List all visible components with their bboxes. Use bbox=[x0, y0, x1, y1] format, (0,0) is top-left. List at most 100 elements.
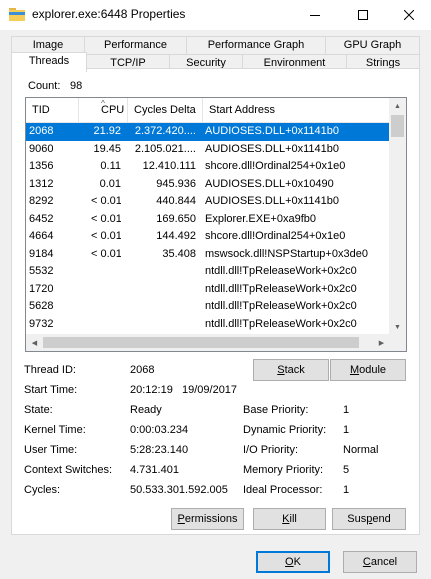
suspend-button-rest: end bbox=[372, 513, 391, 525]
module-button-mnemonic: M bbox=[349, 364, 360, 376]
scroll-left-icon[interactable]: ◀ bbox=[26, 334, 43, 351]
kill-button[interactable]: Kill bbox=[253, 508, 326, 530]
column-tid-label: TID bbox=[32, 104, 50, 116]
thread-cpu-cell: < 0.01 bbox=[91, 212, 121, 225]
column-header-tid[interactable]: TID bbox=[26, 98, 79, 123]
thread-list-body: 2068 21.92 2.372.420.... AUDIOSES.DLL+0x114… bbox=[26, 123, 390, 336]
thread-cpu-cell: < 0.01 bbox=[91, 230, 121, 242]
suspend-button-pre: Sus bbox=[347, 513, 367, 525]
state-label: State: bbox=[24, 404, 53, 416]
scroll-right-icon[interactable]: ▶ bbox=[373, 334, 390, 351]
stack-button[interactable]: Stack bbox=[253, 359, 329, 381]
io-priority-value: Normal bbox=[343, 444, 379, 456]
thread-address-cell: AUDIOSES.DLL+0x10490 bbox=[205, 177, 334, 190]
thread-address-cell: shcore.dll!Ordinal254+0x1e0 bbox=[205, 230, 346, 242]
thread-list[interactable]: TID ^ CPU Cycles Delta Start Address 206… bbox=[25, 97, 407, 352]
memory-priority-value: 5 bbox=[343, 464, 350, 476]
thread-tid-cell: 9184 bbox=[29, 247, 54, 260]
thread-tid-cell: 4664 bbox=[29, 230, 54, 242]
explorer-folder-icon bbox=[9, 8, 25, 21]
table-row[interactable]: 5532 ntdll.dll!TpReleaseWork+0x2c0 bbox=[26, 263, 390, 281]
suspend-button[interactable]: Suspend bbox=[332, 508, 406, 530]
tab-performance-graph[interactable]: Performance Graph bbox=[186, 36, 326, 54]
count-label: Count: bbox=[28, 80, 61, 92]
thread-cpu-cell: < 0.01 bbox=[91, 195, 121, 207]
minimize-button[interactable] bbox=[292, 0, 338, 30]
thread-tid-cell: 5532 bbox=[29, 265, 54, 277]
thread-address-cell: ntdll.dll!TpReleaseWork+0x2c0 bbox=[205, 265, 357, 277]
thread-tid-cell: 1356 bbox=[29, 160, 54, 172]
vertical-scroll-thumb[interactable] bbox=[391, 115, 404, 137]
column-address-label: Start Address bbox=[209, 104, 276, 116]
tab-threads[interactable]: Threads bbox=[11, 52, 87, 72]
table-row[interactable]: 2068 21.92 2.372.420.... AUDIOSES.DLL+0x114… bbox=[26, 123, 390, 141]
stack-button-rest: tack bbox=[284, 364, 305, 376]
thread-cpu-cell: 0.11 bbox=[100, 160, 121, 172]
table-row[interactable]: 9184 < 0.01 35.408 mswsock.dll!NSPStartup+0… bbox=[26, 246, 390, 264]
column-cycles-label: Cycles Delta bbox=[134, 104, 196, 116]
user-time-label: User Time: bbox=[24, 444, 78, 456]
column-header-cycles-delta[interactable]: Cycles Delta bbox=[128, 98, 203, 123]
thread-cycles-cell: 2.105.021.... bbox=[134, 142, 196, 155]
title-bar: explorer.exe:6448 Properties bbox=[0, 0, 431, 30]
thread-address-cell: Explorer.EXE+0xa9fb0 bbox=[205, 212, 316, 225]
stack-button-mnemonic: S bbox=[277, 364, 285, 376]
state-value: Ready bbox=[130, 404, 162, 416]
table-row[interactable]: 5628 ntdll.dll!TpReleaseWork+0x2c0 bbox=[26, 298, 390, 316]
thread-cycles-cell: 945.936 bbox=[156, 177, 196, 190]
kernel-time-label: Kernel Time: bbox=[24, 424, 86, 436]
cancel-button[interactable]: Cancel bbox=[343, 551, 417, 573]
context-switches-value: 4.731.401 bbox=[130, 464, 179, 476]
ok-button-rest: K bbox=[293, 556, 301, 568]
start-time-value: 20:12:19 19/09/2017 bbox=[130, 384, 238, 396]
vertical-scrollbar[interactable]: ▲ ▼ bbox=[389, 98, 406, 336]
table-row[interactable]: 6452 < 0.01 169.650 Explorer.EXE+0xa9fb0 bbox=[26, 211, 390, 229]
thread-cpu-cell: 0.01 bbox=[99, 177, 121, 190]
maximize-icon bbox=[358, 10, 368, 20]
window-title: explorer.exe:6448 Properties bbox=[32, 7, 186, 21]
cancel-button-rest: ancel bbox=[370, 556, 398, 568]
table-row[interactable]: 1720 ntdll.dll!TpReleaseWork+0x2c0 bbox=[26, 281, 390, 299]
close-icon bbox=[404, 10, 414, 20]
thread-address-cell: ntdll.dll!TpReleaseWork+0x2c0 bbox=[205, 300, 357, 312]
table-row[interactable]: 1356 0.11 12.410.111 shcore.dll!Ordinal254+… bbox=[26, 158, 390, 176]
tab-gpu-graph[interactable]: GPU Graph bbox=[325, 36, 420, 54]
table-row[interactable]: 9060 19.45 2.105.021.... AUDIOSES.DLL+0x114… bbox=[26, 141, 390, 159]
permissions-button[interactable]: Permissions bbox=[171, 508, 244, 530]
ok-button[interactable]: OK bbox=[256, 551, 330, 573]
table-row[interactable]: 4664 < 0.01 144.492 shcore.dll!Ordinal254+0… bbox=[26, 228, 390, 246]
io-priority-label: I/O Priority: bbox=[243, 444, 299, 456]
table-row[interactable]: 8292 < 0.01 440.844 AUDIOSES.DLL+0x1141b0 bbox=[26, 193, 390, 211]
thread-address-cell: ntdll.dll!TpReleaseWork+0x2c0 bbox=[205, 317, 357, 330]
kill-button-rest: ill bbox=[289, 513, 297, 525]
dialog-content: Image Performance Performance Graph GPU … bbox=[0, 30, 431, 579]
close-button[interactable] bbox=[386, 0, 431, 30]
base-priority-value: 1 bbox=[343, 404, 350, 416]
tab-performance[interactable]: Performance bbox=[84, 36, 187, 54]
thread-tid-cell: 5628 bbox=[29, 300, 54, 312]
maximize-button[interactable] bbox=[340, 0, 386, 30]
table-row[interactable]: 1312 0.01 945.936 AUDIOSES.DLL+0x10490 bbox=[26, 176, 390, 194]
kernel-time-value: 0:00:03.234 bbox=[130, 424, 189, 436]
module-button[interactable]: Module bbox=[330, 359, 406, 381]
base-priority-label: Base Priority: bbox=[243, 404, 309, 416]
scroll-up-icon[interactable]: ▲ bbox=[389, 98, 406, 115]
permissions-button-mnemonic: P bbox=[177, 513, 185, 525]
thread-cycles-cell: 12.410.111 bbox=[142, 160, 196, 172]
count-value: 98 bbox=[70, 80, 83, 92]
column-header-cpu[interactable]: ^ CPU bbox=[79, 98, 128, 123]
thread-tid-cell: 8292 bbox=[29, 195, 54, 207]
thread-tid-cell: 1720 bbox=[29, 282, 54, 295]
cycles-label: Cycles: bbox=[24, 484, 61, 496]
thread-cycles-cell: 144.492 bbox=[156, 230, 196, 242]
column-header-start-address[interactable]: Start Address bbox=[203, 98, 390, 123]
thread-cpu-cell: < 0.01 bbox=[91, 247, 121, 260]
horizontal-scrollbar[interactable]: ◀ ▶ bbox=[26, 334, 390, 351]
thread-cpu-cell: 19.45 bbox=[93, 142, 121, 155]
horizontal-scroll-thumb[interactable] bbox=[43, 337, 359, 348]
thread-address-cell: AUDIOSES.DLL+0x1141b0 bbox=[205, 195, 340, 207]
table-row[interactable]: 9732 ntdll.dll!TpReleaseWork+0x2c0 bbox=[26, 316, 390, 334]
permissions-button-rest: ermissions bbox=[184, 513, 238, 525]
cancel-button-mnemonic: C bbox=[362, 556, 371, 568]
scroll-corner bbox=[389, 334, 406, 351]
